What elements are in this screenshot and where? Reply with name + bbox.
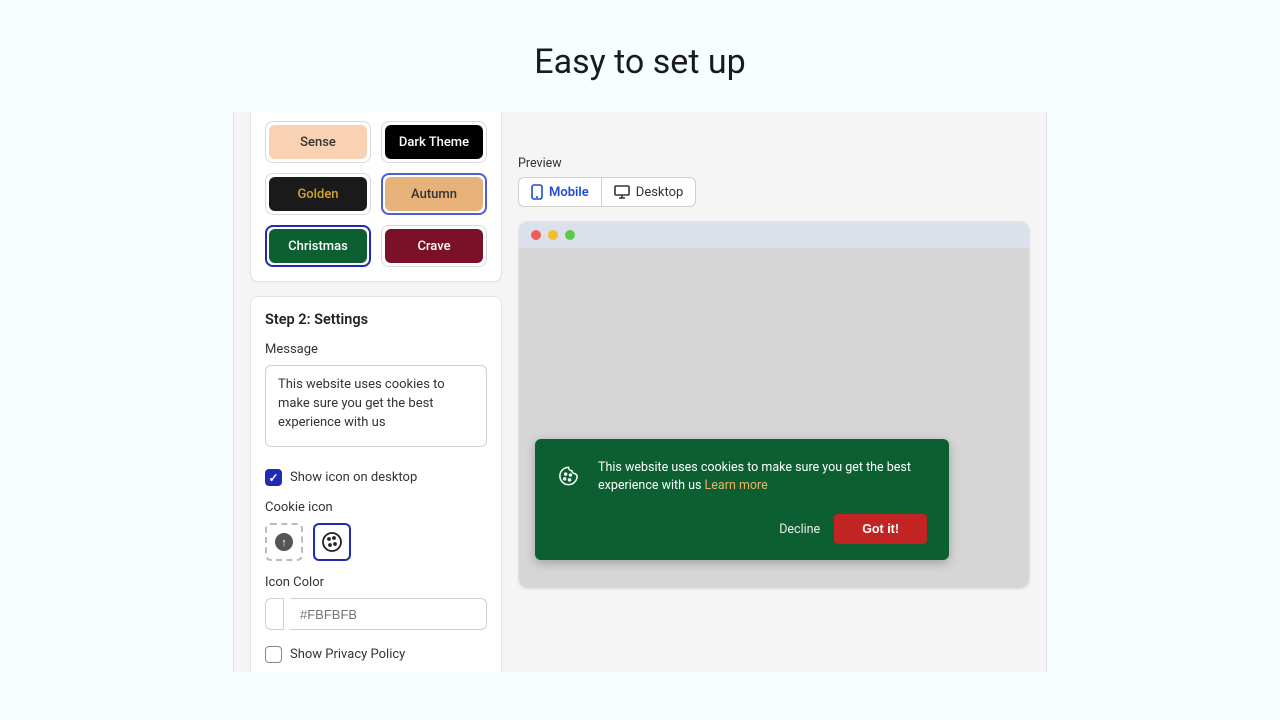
page-title: Easy to set up <box>0 0 1280 112</box>
theme-label: Autumn <box>411 187 457 202</box>
show-privacy-label: Show Privacy Policy <box>290 647 405 662</box>
cookie-icon-label: Cookie icon <box>265 500 487 515</box>
upload-icon: ↑ <box>275 533 293 551</box>
theme-label: Golden <box>297 187 338 202</box>
theme-card: Sense Dark Theme Golden Autumn Christmas… <box>250 112 502 282</box>
app-container: Sense Dark Theme Golden Autumn Christmas… <box>233 112 1047 672</box>
message-input[interactable] <box>265 365 487 447</box>
decline-button[interactable]: Decline <box>779 522 820 537</box>
desktop-icon <box>614 185 630 199</box>
upload-icon-option[interactable]: ↑ <box>265 523 303 561</box>
step2-title: Step 2: Settings <box>265 311 487 328</box>
theme-label: Sense <box>300 135 336 150</box>
preview-toggle: Mobile Desktop <box>518 177 696 207</box>
window-close-dot <box>531 230 541 240</box>
message-label: Message <box>265 342 487 357</box>
cookie-icon <box>320 530 344 554</box>
preview-label: Preview <box>518 156 1030 171</box>
theme-option-sense[interactable]: Sense <box>265 121 371 163</box>
preview-frame: This website uses cookies to make sure y… <box>518 221 1030 589</box>
icon-color-swatch[interactable] <box>265 598 284 630</box>
theme-label: Dark Theme <box>399 135 469 150</box>
show-icon-label: Show icon on desktop <box>290 470 417 485</box>
theme-option-crave[interactable]: Crave <box>381 225 487 267</box>
window-max-dot <box>565 230 575 240</box>
theme-option-autumn[interactable]: Autumn <box>381 173 487 215</box>
icon-color-label: Icon Color <box>265 575 487 590</box>
show-privacy-checkbox[interactable] <box>265 646 282 663</box>
preview-screen: This website uses cookies to make sure y… <box>519 248 1029 588</box>
window-min-dot <box>548 230 558 240</box>
cookie-icon <box>557 459 580 493</box>
learn-more-link[interactable]: Learn more <box>705 478 768 493</box>
preview-mobile-tab[interactable]: Mobile <box>519 178 602 206</box>
mobile-icon <box>531 184 543 200</box>
window-titlebar <box>519 222 1029 248</box>
preview-desktop-tab[interactable]: Desktop <box>602 178 696 206</box>
show-icon-checkbox[interactable] <box>265 469 282 486</box>
theme-option-christmas[interactable]: Christmas <box>265 225 371 267</box>
icon-color-input[interactable] <box>290 598 487 630</box>
theme-option-golden[interactable]: Golden <box>265 173 371 215</box>
cookie-icon-option[interactable] <box>313 523 351 561</box>
theme-label: Crave <box>417 239 450 254</box>
accept-button[interactable]: Got it! <box>834 514 927 544</box>
preview-mobile-label: Mobile <box>549 185 589 200</box>
theme-label: Christmas <box>288 239 348 254</box>
settings-card: Step 2: Settings Message Show icon on de… <box>250 296 502 672</box>
cookie-banner: This website uses cookies to make sure y… <box>535 439 949 561</box>
theme-option-dark[interactable]: Dark Theme <box>381 121 487 163</box>
banner-text: This website uses cookies to make sure y… <box>598 459 927 497</box>
preview-desktop-label: Desktop <box>636 185 684 200</box>
